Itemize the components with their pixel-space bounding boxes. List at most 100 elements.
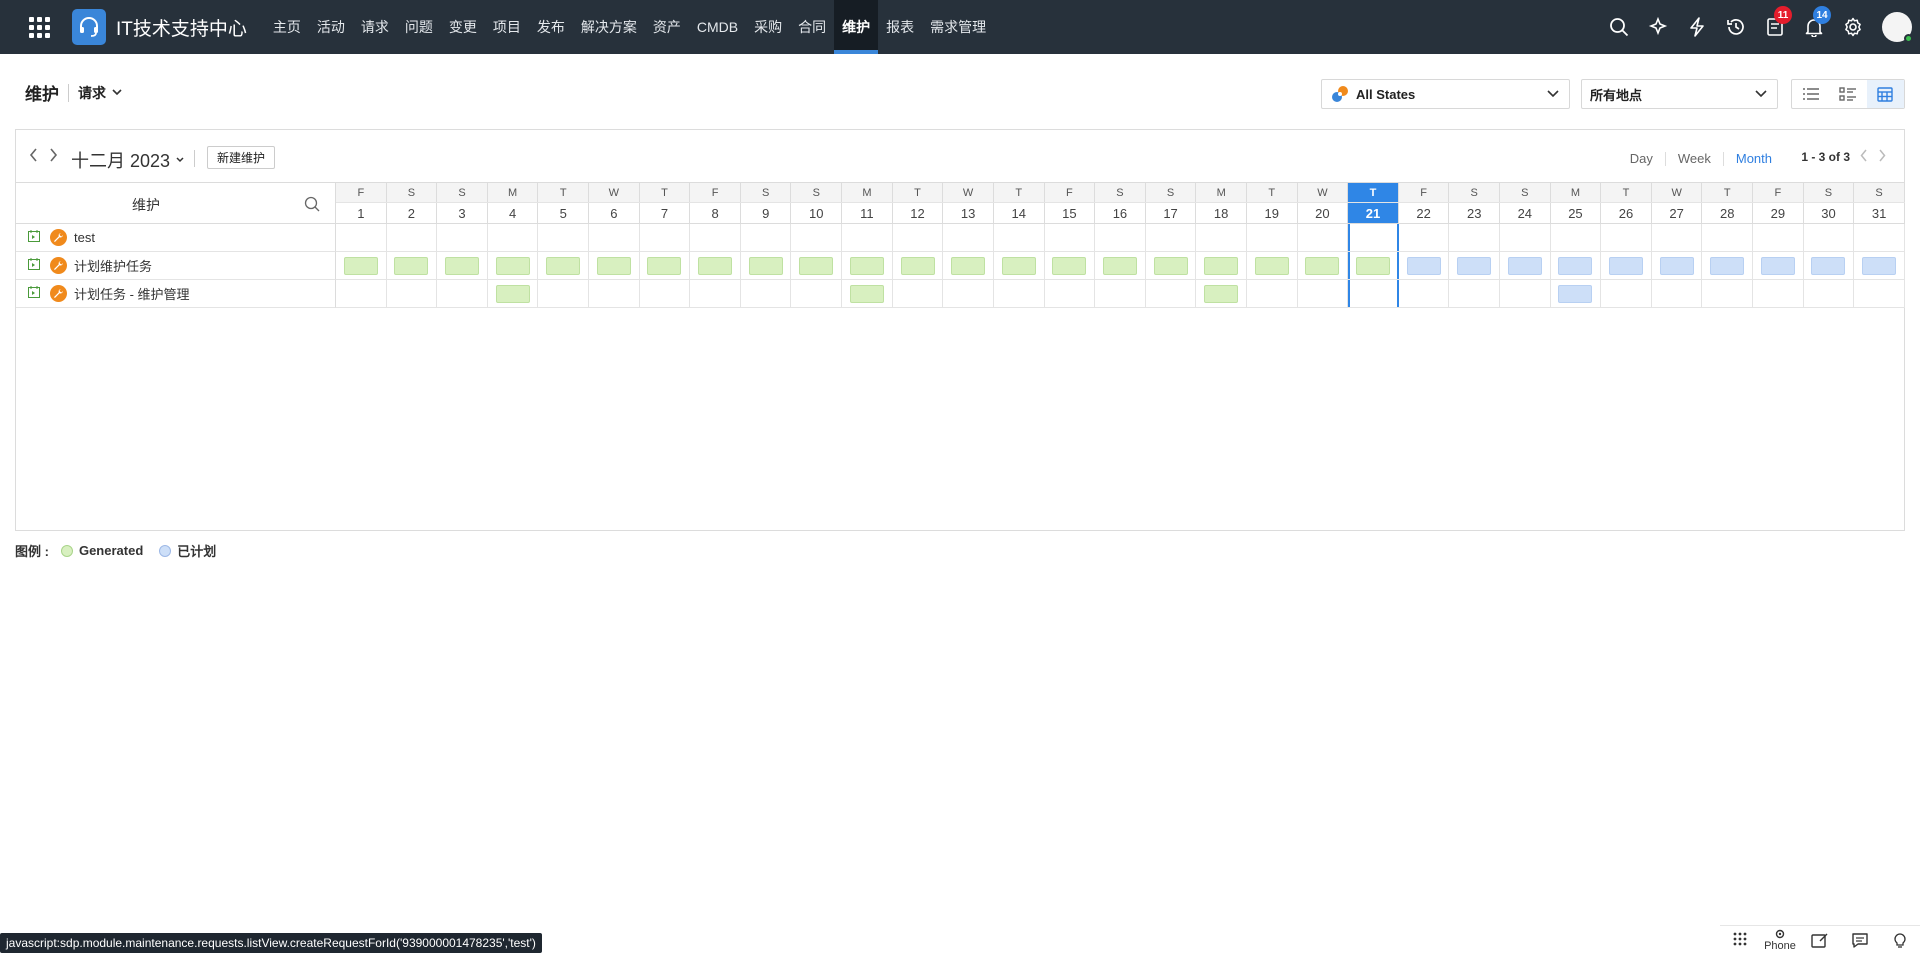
- calendar-cell[interactable]: [1854, 224, 1905, 251]
- calendar-cell[interactable]: [589, 280, 640, 307]
- calendar-cell[interactable]: [1146, 280, 1197, 307]
- calendar-cell[interactable]: [538, 280, 590, 307]
- calendar-cell[interactable]: [1146, 224, 1197, 251]
- date-cell[interactable]: 5: [538, 203, 590, 223]
- planned-event[interactable]: [1609, 256, 1644, 275]
- date-cell[interactable]: 7: [640, 203, 691, 223]
- calendar-cell[interactable]: [1854, 252, 1905, 279]
- calendar-cell[interactable]: [1652, 224, 1703, 251]
- calendar-cell[interactable]: [1551, 280, 1602, 307]
- history-icon[interactable]: [1716, 0, 1755, 54]
- date-cell[interactable]: 23: [1449, 203, 1501, 223]
- generated-event[interactable]: [698, 256, 733, 275]
- calendar-cell[interactable]: [1247, 252, 1298, 279]
- create-request-icon[interactable]: [28, 258, 40, 273]
- calendar-cell[interactable]: [943, 280, 994, 307]
- planned-event[interactable]: [1760, 256, 1795, 275]
- planned-event[interactable]: [1710, 256, 1745, 275]
- user-avatar[interactable]: [1882, 12, 1913, 43]
- nav-item[interactable]: 报表: [878, 0, 922, 54]
- calendar-cell[interactable]: [1399, 252, 1450, 279]
- search-icon[interactable]: [304, 196, 320, 215]
- calendar-cell[interactable]: [1095, 224, 1146, 251]
- generated-event[interactable]: [748, 256, 783, 275]
- generated-event[interactable]: [1305, 256, 1340, 275]
- calendar-cell[interactable]: [1551, 252, 1602, 279]
- calendar-cell[interactable]: [1247, 280, 1298, 307]
- generated-event[interactable]: [445, 256, 480, 275]
- helpdesk-logo[interactable]: [72, 9, 106, 45]
- list-view-icon[interactable]: [1792, 80, 1829, 108]
- nav-item[interactable]: 解决方案: [573, 0, 645, 54]
- calendar-cell[interactable]: [1702, 280, 1754, 307]
- calendar-cell[interactable]: [1348, 252, 1399, 279]
- date-cell[interactable]: 28: [1702, 203, 1754, 223]
- search-icon[interactable]: [1599, 0, 1638, 54]
- calendar-cell[interactable]: [791, 280, 843, 307]
- calendar-cell[interactable]: [1652, 280, 1703, 307]
- generated-event[interactable]: [546, 256, 581, 275]
- generated-event[interactable]: [495, 284, 530, 303]
- calendar-cell[interactable]: [387, 224, 438, 251]
- calendar-cell[interactable]: [741, 280, 792, 307]
- date-cell[interactable]: 16: [1095, 203, 1146, 223]
- date-cell[interactable]: 27: [1652, 203, 1703, 223]
- date-cell[interactable]: 4: [488, 203, 539, 223]
- calendar-cell[interactable]: [741, 252, 792, 279]
- calendar-cell[interactable]: [1753, 280, 1804, 307]
- calendar-cell[interactable]: [1298, 280, 1349, 307]
- calendar-cell[interactable]: [1500, 224, 1551, 251]
- nav-item[interactable]: 资产: [645, 0, 689, 54]
- nav-item[interactable]: 项目: [485, 0, 529, 54]
- generated-event[interactable]: [900, 256, 935, 275]
- calendar-cell[interactable]: [1045, 252, 1096, 279]
- calendar-cell[interactable]: [488, 280, 539, 307]
- module-dropdown[interactable]: 请求: [78, 83, 122, 103]
- calendar-cell[interactable]: [1601, 224, 1652, 251]
- calendar-cell[interactable]: [1500, 280, 1551, 307]
- date-cell[interactable]: 26: [1601, 203, 1652, 223]
- date-cell[interactable]: 29: [1753, 203, 1804, 223]
- calendar-cell[interactable]: [1702, 252, 1754, 279]
- prev-month-icon[interactable]: [29, 148, 38, 165]
- calendar-cell[interactable]: [893, 224, 944, 251]
- generated-event[interactable]: [849, 256, 884, 275]
- calendar-cell[interactable]: [893, 280, 944, 307]
- calendar-cell[interactable]: [437, 224, 488, 251]
- calendar-cell[interactable]: [538, 252, 590, 279]
- calendar-cell[interactable]: [1449, 224, 1501, 251]
- generated-event[interactable]: [1052, 256, 1087, 275]
- date-cell[interactable]: 30: [1804, 203, 1855, 223]
- calendar-cell[interactable]: [1399, 280, 1450, 307]
- calendar-cell[interactable]: [1196, 224, 1247, 251]
- generated-event[interactable]: [1001, 256, 1036, 275]
- generated-event[interactable]: [1204, 256, 1239, 275]
- calendar-cell[interactable]: [640, 224, 691, 251]
- calendar-cell[interactable]: [336, 252, 387, 279]
- calendar-cell[interactable]: [791, 224, 843, 251]
- nav-item[interactable]: 发布: [529, 0, 573, 54]
- calendar-cell[interactable]: [893, 252, 944, 279]
- generated-event[interactable]: [647, 256, 682, 275]
- nav-item[interactable]: 主页: [265, 0, 309, 54]
- date-cell[interactable]: 15: [1045, 203, 1096, 223]
- calendar-cell[interactable]: [1146, 252, 1197, 279]
- date-cell[interactable]: 1: [336, 203, 387, 223]
- date-cell[interactable]: 10: [791, 203, 843, 223]
- generated-event[interactable]: [495, 256, 530, 275]
- generated-event[interactable]: [343, 256, 378, 275]
- calendar-cell[interactable]: [336, 224, 387, 251]
- calendar-cell[interactable]: [842, 252, 893, 279]
- calendar-cell[interactable]: [842, 224, 893, 251]
- date-cell[interactable]: 20: [1298, 203, 1349, 223]
- planned-event[interactable]: [1558, 284, 1593, 303]
- date-cell[interactable]: 25: [1551, 203, 1602, 223]
- calendar-cell[interactable]: [1804, 280, 1855, 307]
- date-cell[interactable]: 3: [437, 203, 488, 223]
- generated-event[interactable]: [1153, 256, 1188, 275]
- calendar-cell[interactable]: [791, 252, 843, 279]
- calendar-cell[interactable]: [538, 224, 590, 251]
- nav-item[interactable]: 采购: [746, 0, 790, 54]
- calendar-cell[interactable]: [1045, 280, 1096, 307]
- date-cell[interactable]: 22: [1399, 203, 1450, 223]
